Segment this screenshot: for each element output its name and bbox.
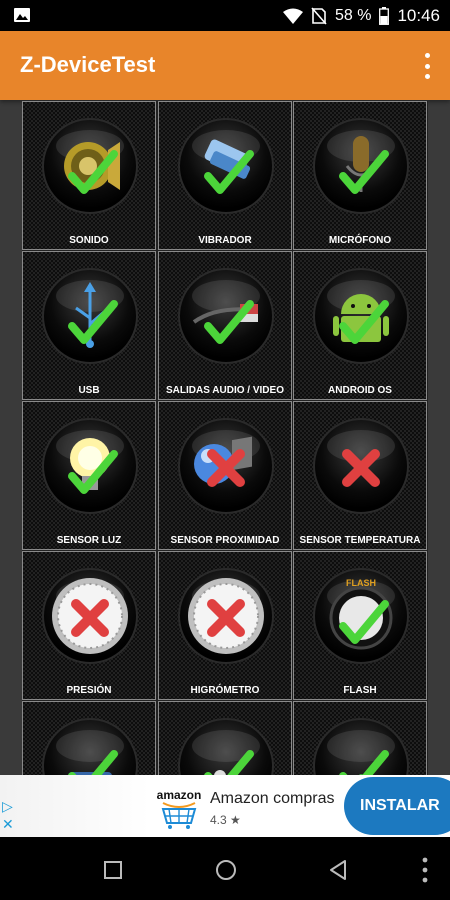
test-tile[interactable] <box>157 700 293 775</box>
test-tile[interactable]: ANDROID OS <box>292 250 428 401</box>
app-title: Z-DeviceTest <box>20 52 156 77</box>
test-tile-label: FLASH <box>343 685 377 696</box>
status-bar: 58 % 10:46 <box>0 0 450 31</box>
ad-side-panel: ▷ ✕ <box>0 775 150 837</box>
test-tile[interactable]: MICRÓFONO <box>292 101 428 251</box>
amazon-logo-text: amazon <box>157 788 202 802</box>
test-tile[interactable]: SENSOR TEMPERATURA <box>292 400 428 551</box>
image-icon <box>14 8 30 22</box>
test-tile[interactable]: HIGRÓMETRO <box>157 550 293 701</box>
install-button[interactable]: INSTALAR <box>344 777 450 835</box>
app-bar: Z-DeviceTest <box>0 31 450 100</box>
ad-banner[interactable]: ▷ ✕ amazon Amazon compras 4.3 ★ INSTALAR <box>0 775 450 837</box>
test-tile[interactable]: PRESIÓN <box>22 550 157 701</box>
proximity-icon <box>178 418 274 514</box>
clock: 10:46 <box>397 6 440 25</box>
test-tile-label: HIGRÓMETRO <box>190 685 260 696</box>
test-tile[interactable] <box>22 700 157 775</box>
test-tile-label: SONIDO <box>69 235 109 246</box>
flash-icon: FLASH <box>313 568 409 664</box>
speaker-icon <box>42 118 138 214</box>
svg-text:FLASH: FLASH <box>346 578 376 588</box>
test-tile-label: SENSOR TEMPERATURA <box>299 535 421 546</box>
adchoices-icon[interactable]: ▷ ✕ <box>2 797 14 833</box>
home-icon[interactable] <box>215 859 237 881</box>
navigation-bar <box>0 837 450 900</box>
test-tile-label: SENSOR PROXIMIDAD <box>170 535 280 546</box>
test-tile[interactable]: VIBRADOR <box>157 101 293 251</box>
microphone-icon <box>313 118 409 214</box>
multitouch-icon <box>178 718 274 775</box>
test-tile-label: SALIDAS AUDIO / VIDEO <box>166 385 284 396</box>
hygrometer-icon <box>178 568 274 664</box>
light-bulb-icon <box>42 418 138 514</box>
vibrator-icon <box>178 118 274 214</box>
test-tile[interactable] <box>292 700 428 775</box>
no-sim-icon <box>311 7 327 25</box>
test-tile-label: PRESIÓN <box>66 685 112 696</box>
more-vert-icon[interactable] <box>422 53 432 79</box>
test-tile-label: VIBRADOR <box>198 235 252 246</box>
ad-rating: 4.3 ★ <box>210 813 241 827</box>
test-tile-label: USB <box>78 385 100 396</box>
test-tile[interactable]: SENSOR LUZ <box>22 400 157 551</box>
test-tile[interactable]: FLASH FLASH <box>292 550 428 701</box>
screen: 58 % 10:46 Z-DeviceTest SONIDO VIBRADOR MI… <box>0 0 450 900</box>
usb-icon <box>42 268 138 364</box>
test-tile-label: ANDROID OS <box>328 385 392 396</box>
thermometer-icon <box>313 418 409 514</box>
status-right: 58 % 10:46 <box>282 5 440 27</box>
wifi-icon <box>282 8 303 24</box>
test-tile-label: SENSOR LUZ <box>56 535 122 546</box>
barometer-icon <box>42 568 138 664</box>
test-tile-label: MICRÓFONO <box>328 235 392 246</box>
test-grid: SONIDO VIBRADOR MICRÓFONO USB SALIDAS AUDIO … <box>22 101 428 775</box>
more-vert-icon[interactable] <box>420 857 430 883</box>
compass-icon <box>313 718 409 775</box>
test-tile[interactable]: USB <box>22 250 157 401</box>
test-tile[interactable]: SENSOR PROXIMIDAD <box>157 400 293 551</box>
amazon-logo: amazon <box>155 783 203 829</box>
back-icon[interactable] <box>328 859 348 881</box>
av-cable-icon <box>178 268 274 364</box>
test-tile[interactable]: SONIDO <box>22 101 157 251</box>
display-icon <box>42 718 138 775</box>
android-icon <box>313 268 409 364</box>
battery-icon <box>379 7 390 25</box>
ad-app-name: Amazon compras <box>210 790 335 807</box>
recents-icon[interactable] <box>104 861 122 879</box>
test-tile[interactable]: SALIDAS AUDIO / VIDEO <box>157 250 293 401</box>
battery-percent: 58 % <box>334 7 372 24</box>
